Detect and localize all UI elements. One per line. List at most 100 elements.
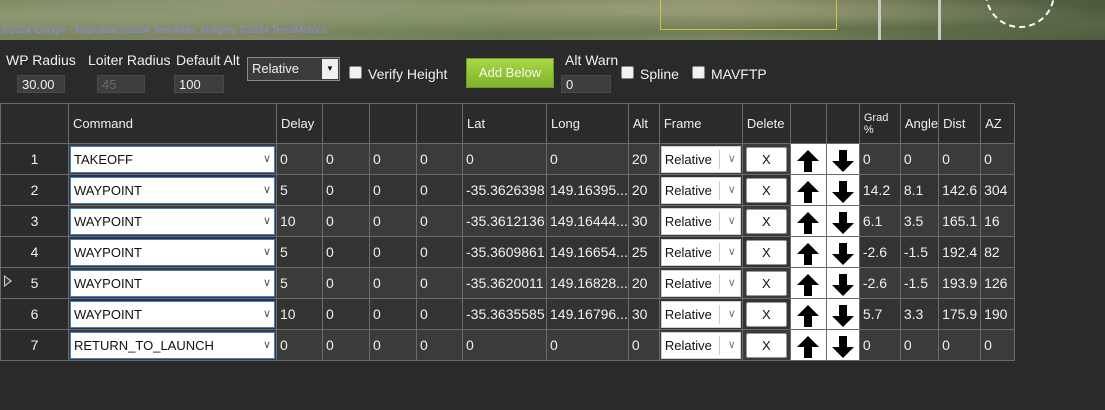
delete-row-button[interactable]: X xyxy=(745,208,787,234)
chevron-down-icon[interactable]: ∨ xyxy=(728,240,736,265)
param3-cell[interactable]: 0 xyxy=(369,236,417,268)
row-selector[interactable]: 3 xyxy=(0,205,69,237)
header-param4[interactable] xyxy=(416,103,463,144)
chevron-down-icon[interactable]: ∨ xyxy=(263,333,271,358)
command-dropdown[interactable]: WAYPOINT ∨ xyxy=(70,269,275,297)
row-selector[interactable]: 7 xyxy=(0,329,69,361)
altitude-frame-select[interactable]: Relative ▼ xyxy=(247,57,340,81)
command-dropdown[interactable]: WAYPOINT ∨ xyxy=(70,176,275,204)
header-command[interactable]: Command xyxy=(68,103,277,144)
header-frame[interactable]: Frame xyxy=(658,103,743,144)
param3-cell[interactable]: 0 xyxy=(369,143,417,175)
header-angle[interactable]: Angle xyxy=(899,103,940,144)
move-up-button[interactable] xyxy=(789,298,827,330)
param4-cell[interactable]: 0 xyxy=(416,298,463,330)
frame-dropdown[interactable]: Relative ∨ xyxy=(660,176,741,204)
move-down-button[interactable] xyxy=(825,236,860,268)
chevron-down-icon[interactable]: ∨ xyxy=(263,240,271,265)
param2-cell[interactable]: 0 xyxy=(322,174,370,206)
long-cell[interactable]: 149.16796... xyxy=(546,298,629,330)
command-dropdown[interactable]: WAYPOINT ∨ xyxy=(70,238,275,266)
move-up-button[interactable] xyxy=(789,143,827,175)
map-view[interactable]: ©2024 Google - Map data ©2024 Tele Atlas… xyxy=(0,0,1105,40)
param2-cell[interactable]: 0 xyxy=(322,298,370,330)
frame-dropdown[interactable]: Relative ∨ xyxy=(660,300,741,328)
param3-cell[interactable]: 0 xyxy=(369,298,417,330)
long-cell[interactable]: 149.16395... xyxy=(546,174,629,206)
row-selector[interactable]: 4 xyxy=(0,236,69,268)
command-cell[interactable]: WAYPOINT ∨ xyxy=(68,267,277,299)
param4-cell[interactable]: 0 xyxy=(416,329,463,361)
header-delay[interactable]: Delay xyxy=(276,103,323,144)
command-dropdown[interactable]: WAYPOINT ∨ xyxy=(70,300,275,328)
loiter-radius-input[interactable]: 45 xyxy=(97,75,145,93)
delete-row-button[interactable]: X xyxy=(745,301,787,327)
header-long[interactable]: Long xyxy=(546,103,629,144)
spline-checkbox[interactable] xyxy=(621,66,634,79)
long-cell[interactable]: 0 xyxy=(546,329,629,361)
frame-cell[interactable]: Relative ∨ xyxy=(658,329,743,361)
header-param2[interactable] xyxy=(322,103,370,144)
chevron-down-icon[interactable]: ∨ xyxy=(728,271,736,296)
alt-cell[interactable]: 20 xyxy=(627,143,660,175)
table-row[interactable]: 5 WAYPOINT ∨ 5 0 0 0 -35.3620011 149.16828... 20 R… xyxy=(0,267,1016,299)
row-selector[interactable]: 6 xyxy=(0,298,69,330)
table-row[interactable]: 6 WAYPOINT ∨ 10 0 0 0 -35.3635585 149.16796... 30… xyxy=(0,298,1016,330)
alt-cell[interactable]: 30 xyxy=(627,205,660,237)
command-cell[interactable]: WAYPOINT ∨ xyxy=(68,205,277,237)
param4-cell[interactable]: 0 xyxy=(416,236,463,268)
param3-cell[interactable]: 0 xyxy=(369,329,417,361)
chevron-down-icon[interactable]: ∨ xyxy=(728,333,736,358)
lat-cell[interactable]: 0 xyxy=(462,329,547,361)
header-down[interactable] xyxy=(825,103,860,144)
header-lat[interactable]: Lat xyxy=(462,103,547,144)
delete-row-button[interactable]: X xyxy=(745,332,787,358)
row-selector[interactable]: 1 xyxy=(0,143,69,175)
alt-warn-input[interactable]: 0 xyxy=(561,75,611,93)
frame-dropdown[interactable]: Relative ∨ xyxy=(660,207,741,235)
frame-dropdown[interactable]: Relative ∨ xyxy=(660,238,741,266)
delay-cell[interactable]: 0 xyxy=(276,143,323,175)
chevron-down-icon[interactable]: ∨ xyxy=(728,302,736,327)
move-down-button[interactable] xyxy=(825,267,860,299)
move-down-button[interactable] xyxy=(825,174,860,206)
param2-cell[interactable]: 0 xyxy=(322,267,370,299)
row-selector[interactable]: 5 xyxy=(0,267,69,299)
param3-cell[interactable]: 0 xyxy=(369,205,417,237)
command-dropdown[interactable]: RETURN_TO_LAUNCH ∨ xyxy=(70,331,275,359)
delay-cell[interactable]: 0 xyxy=(276,329,323,361)
chevron-down-icon[interactable]: ∨ xyxy=(263,178,271,203)
frame-cell[interactable]: Relative ∨ xyxy=(658,298,743,330)
command-cell[interactable]: RETURN_TO_LAUNCH ∨ xyxy=(68,329,277,361)
header-dist[interactable]: Dist xyxy=(938,103,982,144)
row-selector[interactable]: 2 xyxy=(0,174,69,206)
add-below-button[interactable]: Add Below xyxy=(466,58,554,88)
table-row[interactable]: 1 TAKEOFF ∨ 0 0 0 0 0 0 20 Relative ∨ X 0 0 0 0 xyxy=(0,143,1016,175)
chevron-down-icon[interactable]: ∨ xyxy=(728,147,736,172)
chevron-down-icon[interactable]: ∨ xyxy=(263,271,271,296)
frame-cell[interactable]: Relative ∨ xyxy=(658,174,743,206)
chevron-down-icon[interactable]: ∨ xyxy=(263,302,271,327)
header-alt[interactable]: Alt xyxy=(627,103,660,144)
table-row[interactable]: 3 WAYPOINT ∨ 10 0 0 0 -35.3612136 149.16444... 30… xyxy=(0,205,1016,237)
header-param3[interactable] xyxy=(369,103,417,144)
command-dropdown[interactable]: WAYPOINT ∨ xyxy=(70,207,275,235)
move-down-button[interactable] xyxy=(825,205,860,237)
dropdown-arrow-icon[interactable]: ▼ xyxy=(322,59,338,79)
header-grad[interactable]: Grad % xyxy=(858,103,901,144)
param2-cell[interactable]: 0 xyxy=(322,236,370,268)
delay-cell[interactable]: 5 xyxy=(276,267,323,299)
move-up-button[interactable] xyxy=(789,329,827,361)
verify-height-checkbox[interactable] xyxy=(349,66,362,79)
chevron-down-icon[interactable]: ∨ xyxy=(728,209,736,234)
frame-cell[interactable]: Relative ∨ xyxy=(658,143,743,175)
frame-cell[interactable]: Relative ∨ xyxy=(658,236,743,268)
header-delete[interactable]: Delete xyxy=(741,103,791,144)
param2-cell[interactable]: 0 xyxy=(322,205,370,237)
lat-cell[interactable]: -35.3612136 xyxy=(462,205,547,237)
delete-row-button[interactable]: X xyxy=(745,146,787,172)
alt-cell[interactable]: 25 xyxy=(627,236,660,268)
param3-cell[interactable]: 0 xyxy=(369,174,417,206)
delay-cell[interactable]: 10 xyxy=(276,298,323,330)
param4-cell[interactable]: 0 xyxy=(416,205,463,237)
